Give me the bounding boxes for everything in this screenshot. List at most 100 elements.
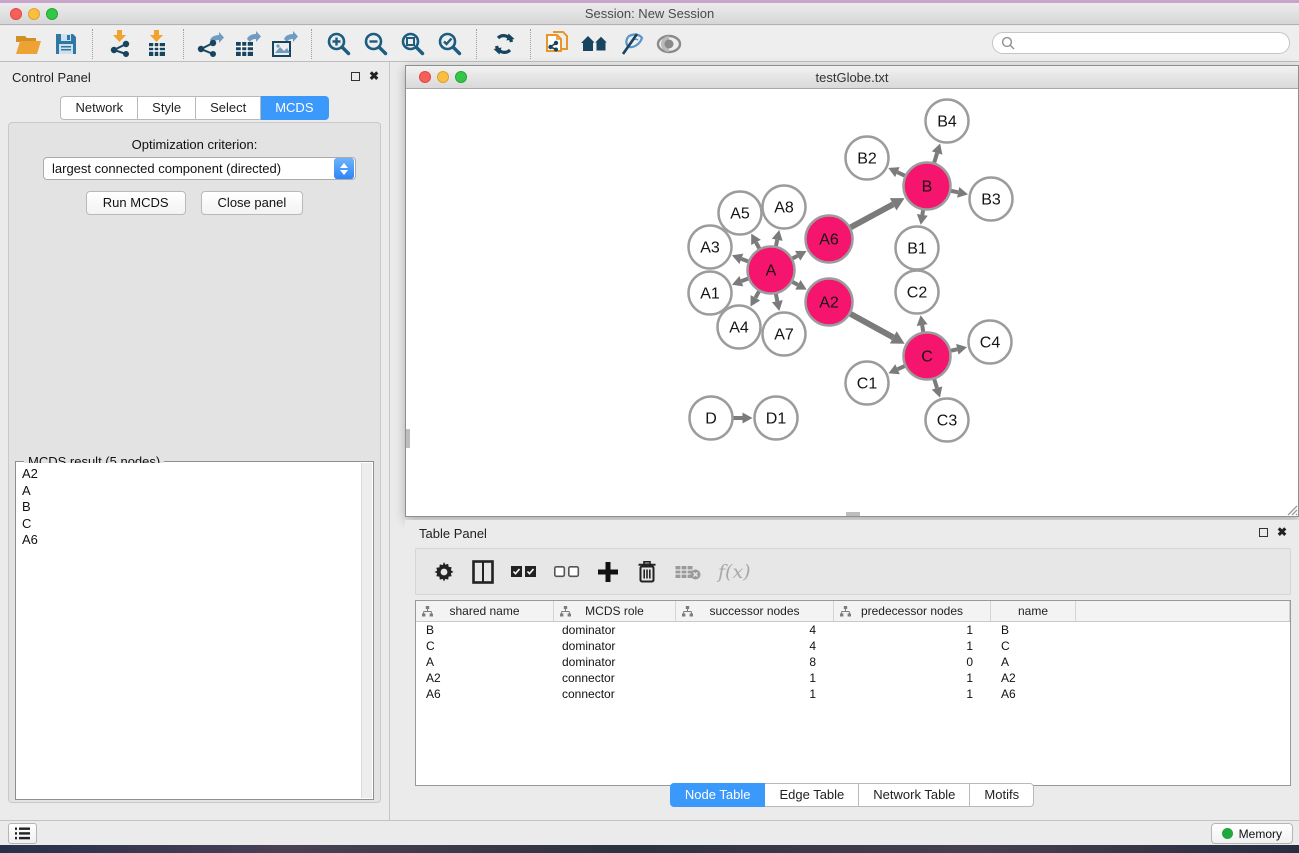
cell[interactable]: dominator xyxy=(554,622,676,638)
cell[interactable]: A2 xyxy=(991,670,1076,686)
show-graphics-details-icon[interactable] xyxy=(650,28,687,60)
tab-style[interactable]: Style xyxy=(138,96,196,120)
table-row-a[interactable]: Adominator80A xyxy=(416,654,1290,670)
cell[interactable]: 1 xyxy=(834,638,991,654)
close-panel-button[interactable]: Close panel xyxy=(201,191,304,215)
result-scrollbar[interactable] xyxy=(361,463,372,798)
graph-edge-B-B3[interactable] xyxy=(951,191,958,192)
graph-edge-C-C4[interactable] xyxy=(951,349,957,350)
cell[interactable]: 1 xyxy=(676,670,834,686)
select-all-icon[interactable] xyxy=(511,559,537,585)
network-canvas[interactable]: B4B2BB3A5A8A6B1A3AA1C2A2A4A7C4CC1C3DD1 xyxy=(406,89,1298,516)
cell[interactable]: 1 xyxy=(834,686,991,702)
column-header-shared-name[interactable]: shared name xyxy=(416,601,554,621)
cell[interactable]: 4 xyxy=(676,638,834,654)
table-row-c[interactable]: Cdominator41C xyxy=(416,638,1290,654)
hide-annotations-icon[interactable] xyxy=(613,28,650,60)
deselect-all-icon[interactable] xyxy=(554,559,580,585)
column-header-successor-nodes[interactable]: successor nodes xyxy=(676,601,834,621)
export-network-icon[interactable] xyxy=(192,28,229,60)
cell[interactable]: 8 xyxy=(676,654,834,670)
graph-edge-A-A7[interactable] xyxy=(776,294,777,301)
delete-table-icon[interactable] xyxy=(675,559,701,585)
graph-edge-A-A5[interactable] xyxy=(756,242,759,248)
graph-edge-B-B4[interactable] xyxy=(934,153,937,163)
open-file-icon[interactable] xyxy=(10,28,47,60)
graph-edge-C-C3[interactable] xyxy=(934,379,937,388)
cell[interactable]: C xyxy=(416,638,554,654)
cell[interactable]: connector xyxy=(554,670,676,686)
import-table-icon[interactable] xyxy=(138,28,175,60)
zoom-selected-icon[interactable] xyxy=(431,28,468,60)
cell[interactable]: C xyxy=(991,638,1076,654)
graph-edge-A-A6[interactable] xyxy=(793,256,798,259)
result-item-a6[interactable]: A6 xyxy=(17,532,361,549)
resize-grip-icon[interactable] xyxy=(1285,503,1298,516)
graph-edge-B-B1[interactable] xyxy=(922,210,923,215)
graph-edge-A-A3[interactable] xyxy=(741,259,748,262)
cell[interactable]: 0 xyxy=(834,654,991,670)
import-network-icon[interactable] xyxy=(101,28,138,60)
cell[interactable]: A6 xyxy=(416,686,554,702)
table-settings-icon[interactable] xyxy=(433,559,455,585)
close-panel-icon[interactable]: ✖ xyxy=(369,71,379,81)
show-panels-button[interactable] xyxy=(8,823,37,844)
tab-mcds[interactable]: MCDS xyxy=(261,96,328,120)
criterion-select[interactable]: largest connected component (directed) xyxy=(43,157,356,180)
cell[interactable]: A6 xyxy=(991,686,1076,702)
table-row-b[interactable]: Bdominator41B xyxy=(416,622,1290,638)
cell[interactable]: 1 xyxy=(834,622,991,638)
zoom-in-icon[interactable] xyxy=(320,28,357,60)
result-item-a2[interactable]: A2 xyxy=(17,466,361,483)
delete-column-icon[interactable] xyxy=(636,559,658,585)
graph-edge-A6-B[interactable] xyxy=(851,204,894,227)
result-item-b[interactable]: B xyxy=(17,499,361,516)
cell[interactable]: connector xyxy=(554,686,676,702)
table-row-a6[interactable]: A6connector11A6 xyxy=(416,686,1290,702)
column-header-mcds-role[interactable]: MCDS role xyxy=(554,601,676,621)
table-close-panel-icon[interactable]: ✖ xyxy=(1277,527,1287,537)
search-field[interactable] xyxy=(992,32,1290,54)
graph-edge-C-C1[interactable] xyxy=(898,366,905,369)
cell[interactable]: A xyxy=(991,654,1076,670)
result-item-c[interactable]: C xyxy=(17,516,361,533)
tab-select[interactable]: Select xyxy=(196,96,261,120)
column-header-predecessor-nodes[interactable]: predecessor nodes xyxy=(834,601,991,621)
table-float-panel-icon[interactable] xyxy=(1259,528,1268,537)
export-image-icon[interactable] xyxy=(266,28,303,60)
home-neighbors-icon[interactable] xyxy=(576,28,613,60)
add-column-icon[interactable] xyxy=(597,559,619,585)
graph-edge-B-B2[interactable] xyxy=(897,172,904,175)
tab-network-table[interactable]: Network Table xyxy=(859,783,970,807)
graph-edge-A-A1[interactable] xyxy=(741,279,748,282)
horizontal-scroll-thumb[interactable] xyxy=(846,512,860,516)
tab-node-table[interactable]: Node Table xyxy=(670,783,766,807)
function-builder-icon[interactable]: f(x) xyxy=(718,559,751,585)
run-mcds-button[interactable]: Run MCDS xyxy=(86,191,186,215)
refresh-icon[interactable] xyxy=(485,28,522,60)
column-visibility-icon[interactable] xyxy=(472,559,494,585)
cell[interactable]: B xyxy=(991,622,1076,638)
cell[interactable]: A2 xyxy=(416,670,554,686)
column-header-name[interactable]: name xyxy=(991,601,1076,621)
table-row-a2[interactable]: A2connector11A2 xyxy=(416,670,1290,686)
cell[interactable]: 1 xyxy=(676,686,834,702)
float-panel-icon[interactable] xyxy=(351,72,360,81)
graph-edge-A2-C[interactable] xyxy=(850,314,893,338)
tab-motifs[interactable]: Motifs xyxy=(970,783,1034,807)
zoom-out-icon[interactable] xyxy=(357,28,394,60)
graph-edge-C-C2[interactable] xyxy=(922,325,923,332)
cell[interactable]: 1 xyxy=(834,670,991,686)
vertical-scroll-thumb[interactable] xyxy=(406,429,410,448)
cell[interactable]: dominator xyxy=(554,654,676,670)
memory-button[interactable]: Memory xyxy=(1211,823,1293,844)
graph-edge-A-A4[interactable] xyxy=(755,291,759,297)
cell[interactable]: B xyxy=(416,622,554,638)
tab-edge-table[interactable]: Edge Table xyxy=(765,783,859,807)
duplicate-network-icon[interactable] xyxy=(539,28,576,60)
tab-network[interactable]: Network xyxy=(60,96,138,120)
graph-edge-A-A2[interactable] xyxy=(792,282,797,285)
cell[interactable]: A xyxy=(416,654,554,670)
result-item-a[interactable]: A xyxy=(17,483,361,500)
cell[interactable]: dominator xyxy=(554,638,676,654)
